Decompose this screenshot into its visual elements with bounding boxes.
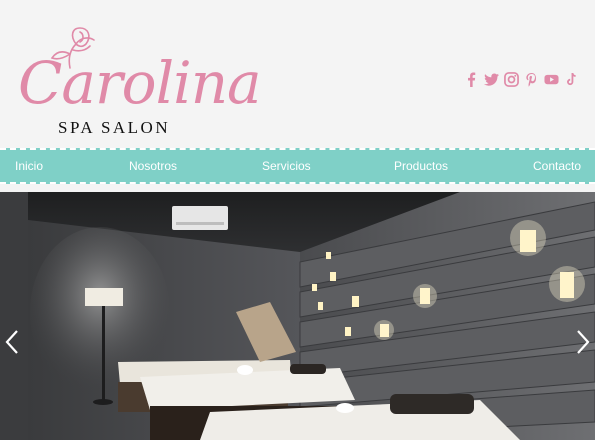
tiktok-icon[interactable] bbox=[564, 72, 579, 87]
hero-slider bbox=[0, 192, 595, 440]
nav-item-nosotros[interactable]: Nosotros bbox=[129, 159, 177, 173]
site-header: Carolina SPA SALON bbox=[0, 0, 595, 148]
brand-tagline: SPA SALON bbox=[58, 118, 171, 137]
brand-name: Carolina bbox=[18, 49, 262, 117]
social-links bbox=[464, 72, 579, 87]
nav-item-contacto[interactable]: Contacto bbox=[533, 159, 581, 173]
spa-room-image bbox=[0, 192, 595, 440]
nav-item-productos[interactable]: Productos bbox=[394, 159, 448, 173]
instagram-icon[interactable] bbox=[504, 72, 519, 87]
facebook-icon[interactable] bbox=[464, 72, 479, 87]
chevron-left-icon bbox=[5, 330, 18, 354]
twitter-icon[interactable] bbox=[484, 72, 499, 87]
brand-logo[interactable]: Carolina SPA SALON bbox=[18, 24, 262, 139]
main-nav: Inicio Nosotros Servicios Productos Cont… bbox=[0, 148, 595, 184]
nav-item-inicio[interactable]: Inicio bbox=[15, 159, 43, 173]
slider-next-arrow[interactable] bbox=[575, 329, 591, 355]
youtube-icon[interactable] bbox=[544, 72, 559, 87]
pinterest-icon[interactable] bbox=[524, 72, 539, 87]
slider-prev-arrow[interactable] bbox=[4, 329, 20, 355]
chevron-right-icon bbox=[577, 330, 590, 354]
nav-item-servicios[interactable]: Servicios bbox=[262, 159, 311, 173]
